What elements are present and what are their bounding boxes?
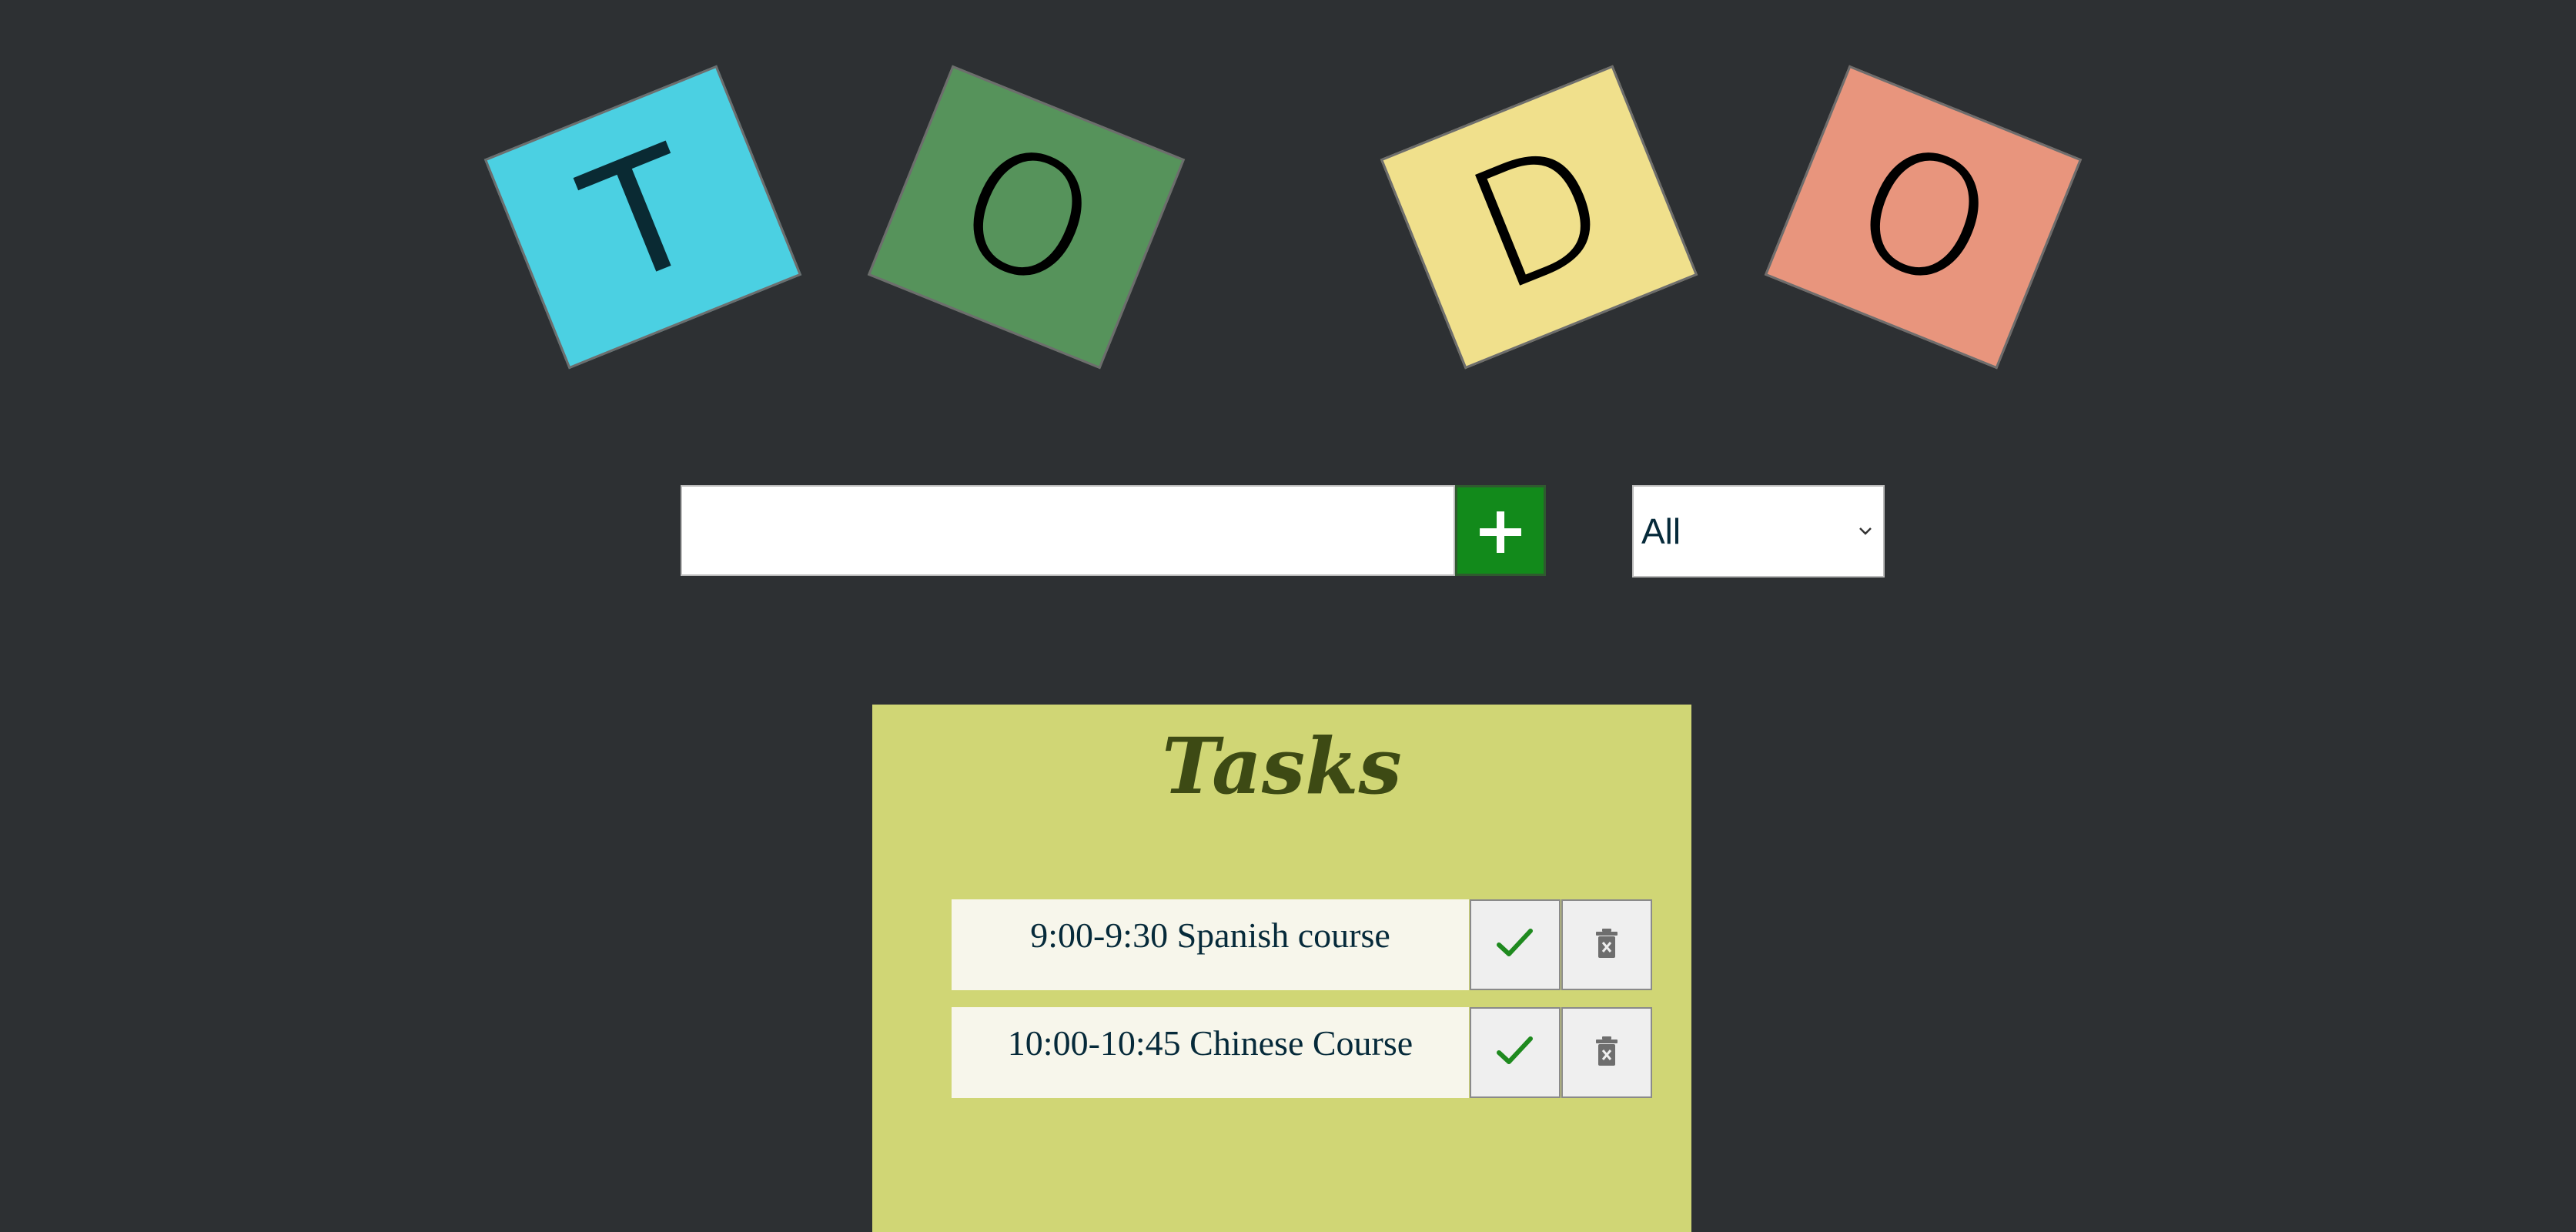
task-text: 9:00-9:30 Spanish course	[952, 899, 1469, 990]
title-tile-t: T	[483, 65, 802, 370]
plus-icon: +	[1472, 492, 1529, 569]
todo-app: T O D O + All Tasks 9:00-9:30 Spanish co…	[0, 0, 2576, 1232]
add-task-button[interactable]: +	[1455, 485, 1546, 576]
complete-task-button[interactable]	[1470, 899, 1561, 990]
title-tile-o: O	[867, 65, 1186, 370]
task-item: 9:00-9:30 Spanish course	[952, 899, 1652, 990]
trash-icon	[1595, 1036, 1618, 1070]
tasks-title: Tasks	[1162, 721, 1402, 812]
task-input[interactable]	[681, 485, 1455, 576]
chevron-down-icon	[1857, 523, 1874, 540]
delete-task-button[interactable]	[1561, 899, 1652, 990]
title-letter: D	[1445, 105, 1633, 329]
complete-task-button[interactable]	[1470, 1007, 1561, 1098]
title-tile-o-2: O	[1764, 65, 2083, 370]
title-tile-d: D	[1380, 65, 1698, 370]
tasks-panel: Tasks 9:00-9:30 Spanish course 10:00-10:…	[872, 705, 1691, 1232]
filter-selected-value: All	[1641, 511, 1681, 551]
trash-icon	[1595, 928, 1618, 962]
task-text: 10:00-10:45 Chinese Course	[952, 1007, 1469, 1098]
title-letter: O	[932, 105, 1122, 329]
title-letter: T	[561, 110, 724, 323]
check-icon	[1495, 1034, 1535, 1071]
check-icon	[1495, 926, 1535, 963]
title-letter: O	[1828, 105, 2019, 329]
delete-task-button[interactable]	[1561, 1007, 1652, 1098]
filter-select[interactable]: All	[1632, 485, 1885, 578]
task-item: 10:00-10:45 Chinese Course	[952, 1007, 1652, 1098]
